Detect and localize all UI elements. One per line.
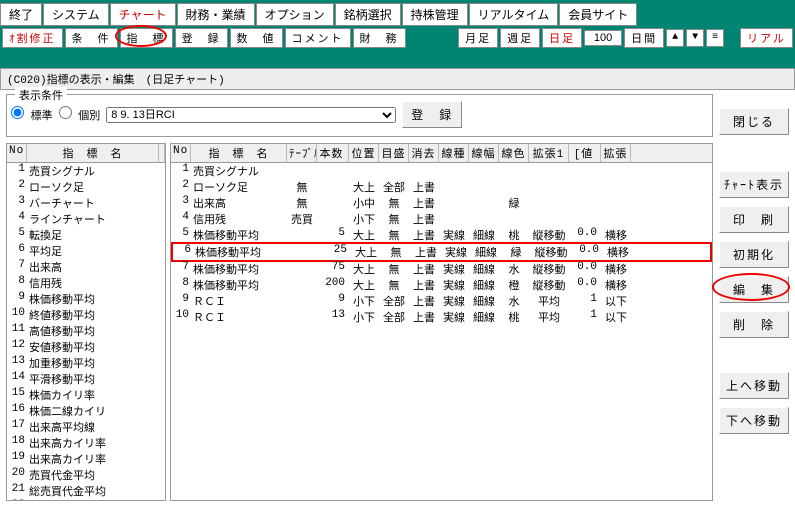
toolbar-btn-4[interactable]: 数 値 (230, 28, 283, 48)
period-count-input[interactable] (584, 30, 622, 46)
nav-btn-0[interactable]: ▲ (666, 29, 684, 47)
toolbar-btn-2[interactable]: 指 標 (120, 28, 173, 48)
toolbar-btn-3[interactable]: 登 録 (175, 28, 228, 48)
col-header[interactable]: 本数 (317, 144, 349, 162)
table-row[interactable]: 4信用残売買小下無上書 (171, 211, 712, 227)
side-btn-0[interactable]: 閉じる (719, 108, 789, 135)
top-tab-5[interactable]: 銘柄選択 (335, 3, 401, 26)
top-tab-6[interactable]: 持株管理 (402, 3, 468, 26)
register-button[interactable]: 登 録 (402, 101, 462, 128)
table-row[interactable]: 1売買シグナル (171, 163, 712, 179)
top-tab-7[interactable]: リアルタイム (469, 3, 559, 26)
right-list-body[interactable]: 1売買シグナル2ローソク足無大上全部上書3出来高無小中無上書緑4信用残売買小下無… (171, 163, 712, 500)
list-item[interactable]: 11高値移動平均 (7, 323, 165, 339)
display-conditions-group: 表示条件 標準 個別 8 9. 13日RCI 登 録 (6, 94, 713, 137)
side-button-panel: 閉じる ﾁｬｰﾄ表示印 刷初期化編 集削 除上へ移動下へ移動 (719, 94, 789, 501)
top-tab-1[interactable]: システム (43, 3, 109, 26)
condition-select[interactable]: 8 9. 13日RCI (106, 107, 396, 123)
col-header[interactable]: 拡張 (601, 144, 631, 162)
list-item[interactable]: 18出来高カイリ率 (7, 435, 165, 451)
period-unit[interactable]: 日間 (624, 28, 664, 48)
indicator-master-list: No 指 標 名 1売買シグナル2ローソク足3バーチャート4ラインチャート5転換… (6, 143, 166, 501)
col-header[interactable]: 目盛 (379, 144, 409, 162)
list-item[interactable]: 2ローソク足 (7, 179, 165, 195)
table-row[interactable]: 7株価移動平均75大上無上書実線細線水縦移動0.0横移 (171, 261, 712, 277)
side-btn-2[interactable]: 印 刷 (719, 206, 789, 233)
side-btn-1[interactable]: ﾁｬｰﾄ表示 (719, 171, 789, 198)
realtime-button[interactable]: リアル (740, 28, 793, 48)
top-tab-8[interactable]: 会員サイト (559, 3, 637, 26)
list-item[interactable]: 1売買シグナル (7, 163, 165, 179)
side-btn-4[interactable]: 編 集 (719, 276, 789, 303)
group-legend: 表示条件 (15, 87, 67, 103)
window-subtitle: (C020)指標の表示・編集 (日足チャート) (0, 68, 795, 90)
list-item[interactable]: 5転換足 (7, 227, 165, 243)
toolbar-btn-1[interactable]: 条 件 (65, 28, 118, 48)
list-item[interactable]: 16株価二線カイリ (7, 403, 165, 419)
main-area: 表示条件 標準 個別 8 9. 13日RCI 登 録 No 指 標 名 1売買シ… (0, 90, 795, 505)
col-header[interactable]: 位置 (349, 144, 379, 162)
side-btn-6[interactable]: 上へ移動 (719, 372, 789, 399)
list-item[interactable]: 4ラインチャート (7, 211, 165, 227)
table-row[interactable]: 10ＲＣＩ13小下全部上書実線細線桃平均1以下 (171, 309, 712, 325)
nav-btn-1[interactable]: ▼ (686, 29, 704, 47)
table-row[interactable]: 6株価移動平均25大上無上書実線細線緑縦移動0.0横移 (171, 242, 712, 262)
period-btn-1[interactable]: 週足 (500, 28, 540, 48)
list-item[interactable]: 14平滑移動平均 (7, 371, 165, 387)
list-item[interactable]: 3バーチャート (7, 195, 165, 211)
col-header[interactable]: 線種 (439, 144, 469, 162)
top-tab-3[interactable]: 財務・業績 (177, 3, 255, 26)
side-btn-3[interactable]: 初期化 (719, 241, 789, 268)
top-tab-2[interactable]: チャート (110, 3, 176, 26)
toolbar-btn-5[interactable]: コメント (285, 28, 351, 48)
col-header[interactable]: 線幅 (469, 144, 499, 162)
indicator-config-table: No指 標 名ﾃｰﾌﾞﾙ本数位置目盛消去線種線幅線色拡張1[値拡張 1売買シグナ… (170, 143, 713, 501)
list-item[interactable]: 10終値移動平均 (7, 307, 165, 323)
col-header[interactable]: No (171, 144, 191, 162)
col-header[interactable]: 消去 (409, 144, 439, 162)
list-item[interactable]: 19出来高カイリ率 (7, 451, 165, 467)
radio-individual[interactable]: 個別 (59, 106, 101, 123)
left-list-body[interactable]: 1売買シグナル2ローソク足3バーチャート4ラインチャート5転換足6平均足7出来高… (7, 163, 165, 500)
list-item[interactable]: 9株価移動平均 (7, 291, 165, 307)
list-item[interactable]: 13加重移動平均 (7, 355, 165, 371)
toolbar: ｵ割修正条 件指 標登 録数 値コメント財 務 月足週足日足 日間▲▼≡ リアル (0, 26, 795, 50)
table-row[interactable]: 5株価移動平均5大上無上書実線細線桃縦移動0.0横移 (171, 227, 712, 243)
separator-bar (0, 50, 795, 68)
list-item[interactable]: 17出来高平均線 (7, 419, 165, 435)
radio-standard[interactable]: 標準 (11, 106, 53, 123)
col-name[interactable]: 指 標 名 (27, 144, 159, 162)
col-header[interactable]: [値 (569, 144, 601, 162)
list-item[interactable]: 12安値移動平均 (7, 339, 165, 355)
table-row[interactable]: 9ＲＣＩ9小下全部上書実線細線水平均1以下 (171, 293, 712, 309)
table-row[interactable]: 2ローソク足無大上全部上書 (171, 179, 712, 195)
col-spacer (159, 144, 165, 162)
side-btn-5[interactable]: 削 除 (719, 311, 789, 338)
period-btn-0[interactable]: 月足 (458, 28, 498, 48)
col-header[interactable]: 線色 (499, 144, 529, 162)
side-btn-7[interactable]: 下へ移動 (719, 407, 789, 434)
list-item[interactable]: 21総売買代金平均 (7, 483, 165, 499)
top-tab-4[interactable]: オプション (256, 3, 334, 26)
col-header[interactable]: 指 標 名 (191, 144, 287, 162)
list-item[interactable]: 7出来高 (7, 259, 165, 275)
list-item[interactable]: 15株価カイリ率 (7, 387, 165, 403)
nav-btn-2[interactable]: ≡ (706, 29, 724, 47)
col-header[interactable]: ﾃｰﾌﾞﾙ (287, 144, 317, 162)
table-row[interactable]: 3出来高無小中無上書緑 (171, 195, 712, 211)
list-item[interactable]: 8信用残 (7, 275, 165, 291)
list-item[interactable]: 22ＨＬバンド (7, 499, 165, 500)
toolbar-btn-0[interactable]: ｵ割修正 (2, 28, 63, 48)
top-tab-0[interactable]: 終了 (0, 3, 42, 26)
col-header[interactable]: 拡張1 (529, 144, 569, 162)
toolbar-btn-6[interactable]: 財 務 (353, 28, 406, 48)
col-no[interactable]: No (7, 144, 27, 162)
list-item[interactable]: 6平均足 (7, 243, 165, 259)
table-row[interactable]: 8株価移動平均200大上無上書実線細線橙縦移動0.0横移 (171, 277, 712, 293)
top-tab-bar: 終了システムチャート財務・業績オプション銘柄選択持株管理リアルタイム会員サイト (0, 0, 795, 26)
period-btn-2[interactable]: 日足 (542, 28, 582, 48)
list-item[interactable]: 20売買代金平均 (7, 467, 165, 483)
